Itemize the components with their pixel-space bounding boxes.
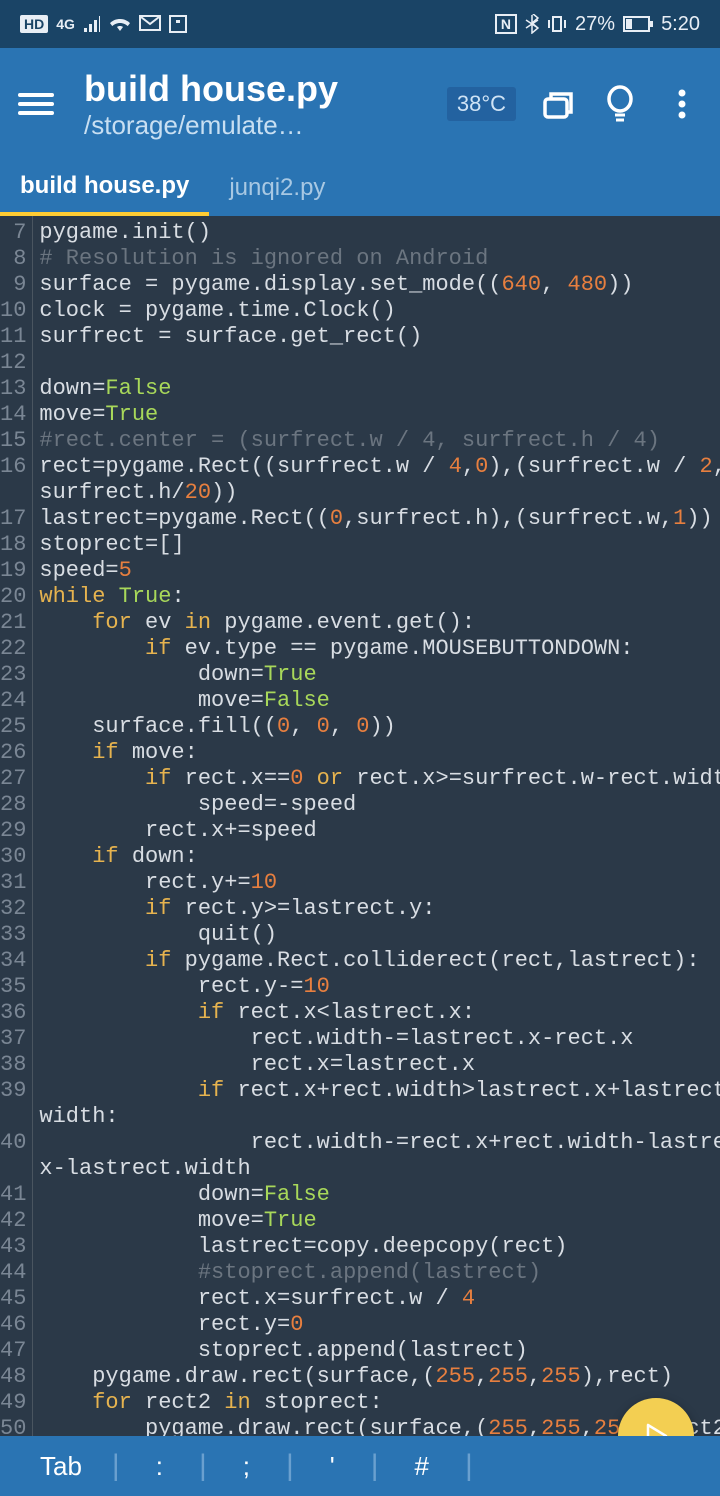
line-gutter: 7891011121314151617181920212223242526272…: [0, 216, 33, 1436]
box-icon: [169, 15, 187, 33]
clock-time: 5:20: [661, 13, 700, 36]
file-title: build house.py: [84, 68, 447, 110]
vibrate-icon: [547, 14, 567, 34]
code-body[interactable]: pygame.init()# Resolution is ignored on …: [33, 216, 720, 1436]
hd-badge: HD: [20, 15, 48, 33]
restore-window-icon[interactable]: [538, 84, 578, 124]
key-semicolon[interactable]: ;: [207, 1451, 286, 1482]
app-bar: build house.py /storage/emulate… 38°C: [0, 48, 720, 160]
temperature-badge: 38°C: [447, 87, 516, 121]
file-path: /storage/emulate…: [84, 110, 447, 141]
wifi-icon: [109, 15, 131, 33]
status-right: N 27% 5:20: [495, 13, 700, 36]
nfc-icon: N: [495, 14, 517, 34]
code-editor[interactable]: 7891011121314151617181920212223242526272…: [0, 216, 720, 1436]
key-hash[interactable]: #: [379, 1451, 465, 1482]
tab-bar: build house.py junqi2.py: [0, 160, 720, 216]
title-block: build house.py /storage/emulate…: [84, 68, 447, 141]
battery-percent: 27%: [575, 13, 615, 36]
key-tab[interactable]: Tab: [0, 1451, 112, 1482]
network-label: 4G: [56, 16, 75, 32]
battery-icon: [623, 16, 653, 32]
symbol-row: Tab | : | ; | ' | # |: [0, 1436, 720, 1496]
status-bar: HD 4G N 27% 5:20: [0, 0, 720, 48]
status-left: HD 4G: [20, 15, 187, 33]
more-menu-icon[interactable]: [662, 84, 702, 124]
tab-junqi2[interactable]: junqi2.py: [209, 160, 345, 216]
key-colon[interactable]: :: [120, 1451, 199, 1482]
key-quote[interactable]: ': [294, 1451, 371, 1482]
signal-icon: [83, 15, 101, 33]
tab-build-house[interactable]: build house.py: [0, 160, 209, 216]
menu-button[interactable]: [18, 86, 54, 122]
mail-icon: [139, 15, 161, 33]
bluetooth-icon: [525, 14, 539, 34]
lightbulb-icon[interactable]: [600, 84, 640, 124]
